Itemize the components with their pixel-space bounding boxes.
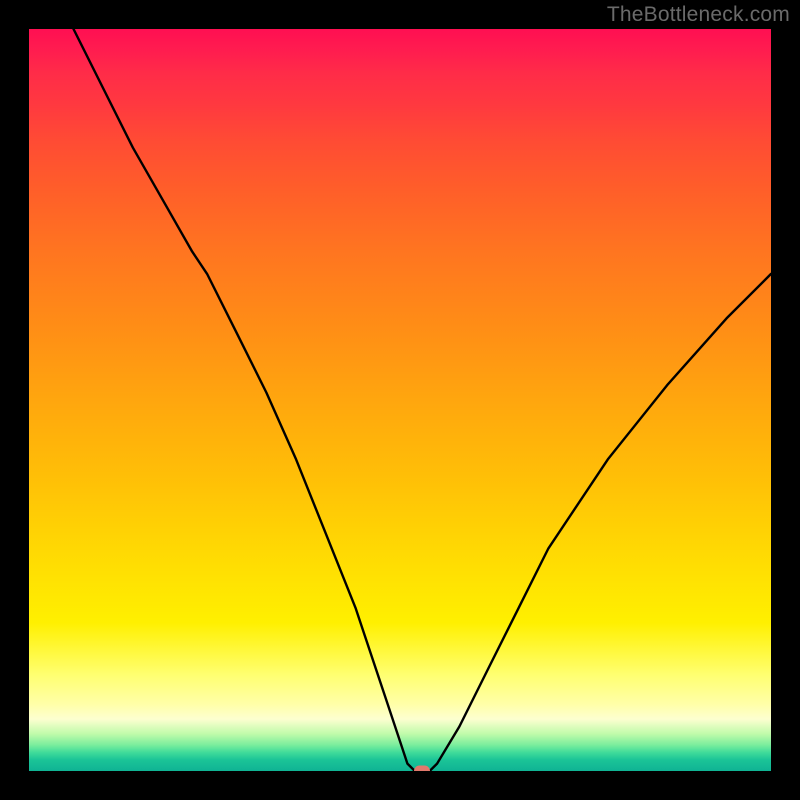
minimum-marker (414, 766, 430, 772)
plot-area (29, 29, 771, 771)
bottleneck-curve (29, 29, 771, 771)
watermark-label: TheBottleneck.com (607, 3, 790, 27)
chart-frame: TheBottleneck.com (0, 0, 800, 800)
